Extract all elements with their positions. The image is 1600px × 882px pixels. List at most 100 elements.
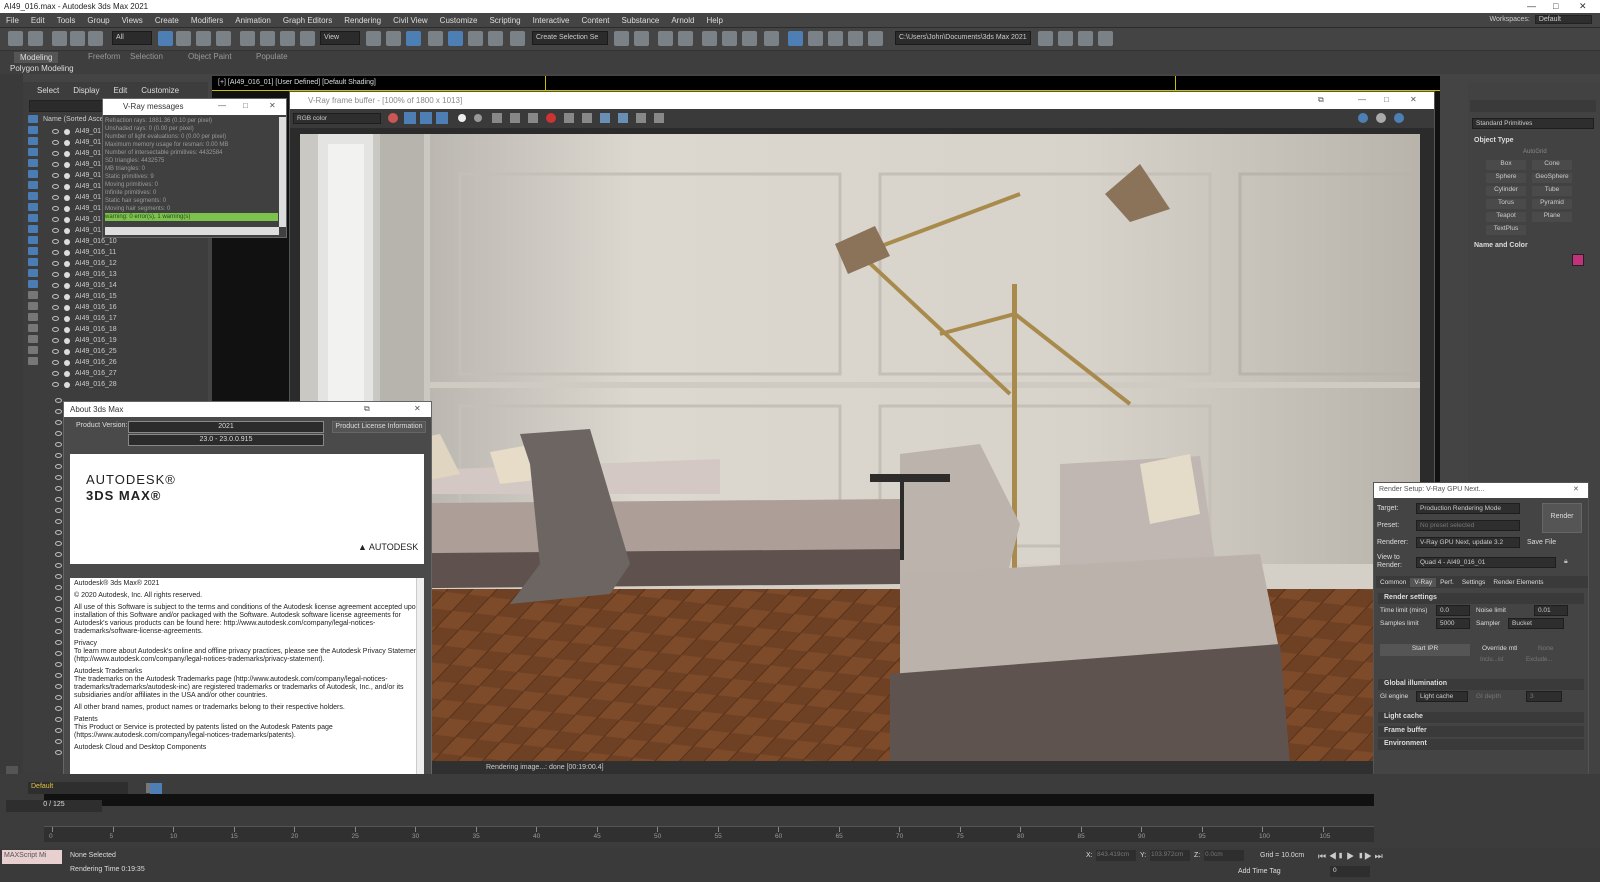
- ribbon-tab-populate[interactable]: Populate: [256, 52, 288, 61]
- visibility-eye-icon[interactable]: [55, 442, 62, 447]
- visibility-eye-icon[interactable]: [55, 497, 62, 502]
- display-frozen-icon[interactable]: [28, 225, 38, 233]
- vray-toolbar-icon[interactable]: [1038, 31, 1053, 46]
- mirror-icon[interactable]: [614, 31, 629, 46]
- visibility-eye-icon[interactable]: [55, 651, 62, 656]
- render-setup-icon[interactable]: [788, 31, 803, 46]
- primitive-plane-button[interactable]: Plane: [1532, 212, 1572, 222]
- vfb-denoiser-icon[interactable]: [1376, 113, 1386, 123]
- rendered-frame-window-icon[interactable]: [808, 31, 823, 46]
- scene-object-row[interactable]: AI49_016_18: [50, 325, 200, 336]
- visibility-eye-icon[interactable]: [55, 717, 62, 722]
- start-ipr-button[interactable]: Start IPR: [1380, 644, 1470, 656]
- visibility-eye-icon[interactable]: [55, 750, 62, 755]
- vfb-color-correction-icon[interactable]: [636, 113, 646, 123]
- gi-depth-spinner[interactable]: 3: [1526, 691, 1562, 702]
- render-settings-rollout[interactable]: Render settings: [1378, 593, 1584, 604]
- scene-menu-select[interactable]: Select: [37, 86, 59, 95]
- scene-object-row[interactable]: AI49_016_25: [50, 347, 200, 358]
- layer-explorer-icon[interactable]: [678, 31, 693, 46]
- scene-menu-display[interactable]: Display: [73, 86, 99, 95]
- link-icon[interactable]: [52, 31, 67, 46]
- visibility-eye-icon[interactable]: [55, 409, 62, 414]
- add-time-tag[interactable]: Add Time Tag: [1238, 868, 1281, 875]
- license-text[interactable]: Autodesk® 3ds Max® 2021 © 2020 Autodesk,…: [70, 578, 424, 784]
- selection-filter-dropdown[interactable]: All: [112, 31, 152, 45]
- display-none-icon[interactable]: [28, 258, 38, 266]
- preset-dropdown[interactable]: No preset selected: [1416, 520, 1520, 531]
- visibility-eye-icon[interactable]: [55, 519, 62, 524]
- curve-editor-icon[interactable]: [722, 31, 737, 46]
- display-hidden-icon[interactable]: [28, 236, 38, 244]
- scene-object-row[interactable]: AI49_016_19: [50, 336, 200, 347]
- vray-msg-minimize-icon[interactable]: —: [218, 101, 226, 110]
- menu-edit[interactable]: Edit: [25, 13, 51, 28]
- minimize-icon[interactable]: —: [1527, 1, 1536, 11]
- vfb-compare-icon[interactable]: [474, 114, 482, 122]
- gi-engine-dropdown[interactable]: Light cache: [1416, 691, 1468, 702]
- filter-icon[interactable]: [28, 302, 38, 310]
- vfb-track-mouse-icon[interactable]: [582, 113, 592, 123]
- save-file-checkbox[interactable]: Save File: [1527, 539, 1556, 546]
- vray-messages-vscroll[interactable]: [279, 117, 286, 227]
- display-all-icon[interactable]: [28, 247, 38, 255]
- primitive-category-dropdown[interactable]: Standard Primitives: [1472, 118, 1594, 129]
- visibility-eye-icon[interactable]: [52, 382, 59, 387]
- scene-object-row[interactable]: AI49_016_10: [50, 237, 200, 248]
- vfb-history-icon[interactable]: [528, 113, 538, 123]
- ribbon-tab-object-paint[interactable]: Object Paint: [188, 52, 232, 61]
- display-lights-icon[interactable]: [28, 137, 38, 145]
- percent-snap-icon[interactable]: [468, 31, 483, 46]
- angle-snap-icon[interactable]: [448, 31, 463, 46]
- tab-vray[interactable]: V-Ray: [1410, 577, 1437, 587]
- menu-help[interactable]: Help: [700, 13, 728, 28]
- visibility-eye-icon[interactable]: [52, 129, 59, 134]
- x-coord-field[interactable]: 843.419cm: [1096, 850, 1136, 861]
- visibility-eye-icon[interactable]: [52, 327, 59, 332]
- display-children-icon[interactable]: [28, 280, 38, 288]
- visibility-eye-icon[interactable]: [52, 305, 59, 310]
- trackbar[interactable]: [44, 794, 1374, 806]
- render-button[interactable]: Render: [1542, 503, 1582, 533]
- vray-vfb-icon[interactable]: [1058, 31, 1073, 46]
- scene-object-row[interactable]: AI49_016_12: [50, 259, 200, 270]
- y-coord-field[interactable]: 103.972cm: [1150, 850, 1190, 861]
- pivot-center-icon[interactable]: [366, 31, 381, 46]
- primitive-torus-button[interactable]: Torus: [1486, 199, 1526, 209]
- vfb-minimize-icon[interactable]: —: [1358, 95, 1366, 104]
- visibility-eye-icon[interactable]: [52, 272, 59, 277]
- visibility-eye-icon[interactable]: [55, 673, 62, 678]
- vray-messages-log[interactable]: Refraction rays: 1881.36 (0.10 per pixel…: [105, 117, 278, 227]
- object-color-swatch[interactable]: [1572, 254, 1584, 266]
- primitive-textplus-button[interactable]: TextPlus: [1486, 225, 1526, 235]
- scene-object-row[interactable]: AI49_016_14: [50, 281, 200, 292]
- vfb-maximize-icon[interactable]: □: [1384, 95, 1389, 104]
- primitive-sphere-button[interactable]: Sphere: [1486, 173, 1526, 183]
- global-illumination-rollout[interactable]: Global illumination: [1378, 679, 1584, 690]
- visibility-eye-icon[interactable]: [55, 695, 62, 700]
- visibility-eye-icon[interactable]: [55, 420, 62, 425]
- vray-msg-close-icon[interactable]: ✕: [269, 101, 276, 110]
- project-path-dropdown[interactable]: C:\Users\John\Documents\3ds Max 2021: [895, 31, 1031, 45]
- scene-object-row[interactable]: AI49_016_17: [50, 314, 200, 325]
- undo-icon[interactable]: [8, 31, 23, 46]
- visibility-eye-icon[interactable]: [55, 607, 62, 612]
- a360-gallery-icon[interactable]: [868, 31, 883, 46]
- visibility-eye-icon[interactable]: [55, 585, 62, 590]
- visibility-eye-icon[interactable]: [55, 486, 62, 491]
- scene-object-row[interactable]: AI49_016_16: [50, 303, 200, 314]
- rotate-icon[interactable]: [260, 31, 275, 46]
- about-close-icon[interactable]: ✕: [414, 404, 421, 413]
- view-to-render-dropdown[interactable]: Quad 4 - AI49_016_01: [1416, 557, 1556, 568]
- redo-icon[interactable]: [28, 31, 43, 46]
- tab-render-elements[interactable]: Render Elements: [1489, 578, 1547, 587]
- window-crossing-icon[interactable]: [216, 31, 231, 46]
- sort-icon[interactable]: [28, 291, 38, 299]
- ribbon-tab-modeling[interactable]: Modeling: [14, 52, 59, 63]
- current-frame-field[interactable]: 0: [1330, 866, 1370, 877]
- time-slider[interactable]: 0 / 125: [6, 800, 102, 812]
- visibility-eye-icon[interactable]: [52, 151, 59, 156]
- visibility-eye-icon[interactable]: [52, 349, 59, 354]
- vfb-close-icon[interactable]: ✕: [1410, 95, 1417, 104]
- visibility-eye-icon[interactable]: [55, 618, 62, 623]
